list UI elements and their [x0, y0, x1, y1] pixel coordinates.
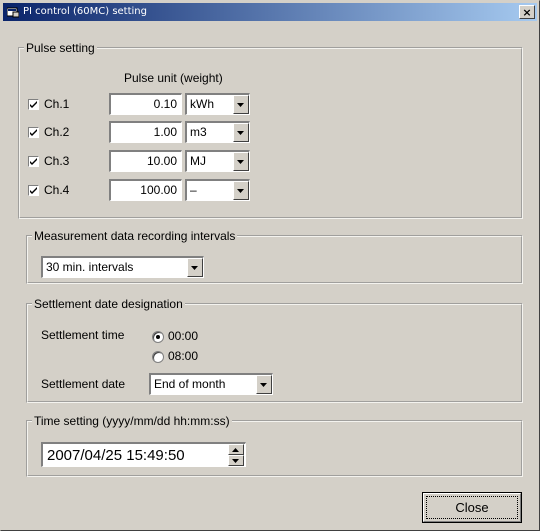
- settlement-date-label: Settlement date: [41, 377, 126, 391]
- spin-up-icon[interactable]: [228, 444, 244, 455]
- ch2-unit-select[interactable]: m3: [185, 121, 250, 143]
- settlement-time-0000-label: 00:00: [168, 329, 199, 343]
- ch2-label: Ch.2: [44, 125, 70, 139]
- settings-dialog: PI control (60MC) setting × Pulse settin…: [0, 0, 540, 531]
- settlement-legend: Settlement date designation: [34, 297, 183, 311]
- recording-interval-select[interactable]: 30 min. intervals: [41, 256, 204, 278]
- settlement-time-0800-label: 08:00: [168, 349, 199, 363]
- settlement-time-0000-radio[interactable]: [152, 331, 164, 343]
- checkmark-icon: [30, 101, 37, 108]
- pulse-setting-legend: Pulse setting: [26, 41, 95, 55]
- chevron-down-icon[interactable]: [256, 375, 272, 394]
- ch2-unit-value: m3: [190, 125, 207, 139]
- ch1-checkbox[interactable]: [28, 99, 39, 110]
- ch1-pulse-input[interactable]: 0.10: [109, 93, 182, 115]
- checkmark-icon: [30, 158, 37, 165]
- close-button[interactable]: Close: [422, 492, 522, 523]
- chevron-down-icon[interactable]: [233, 181, 249, 200]
- ch3-checkbox[interactable]: [28, 156, 39, 167]
- ch4-unit-select[interactable]: –: [185, 179, 250, 201]
- ch3-unit-value: MJ: [190, 154, 206, 168]
- chevron-down-icon[interactable]: [187, 258, 203, 277]
- close-button-label: Close: [455, 500, 489, 515]
- settlement-date-select[interactable]: End of month: [149, 373, 273, 395]
- time-setting-legend: Time setting (yyyy/mm/dd hh:mm:ss): [34, 414, 230, 428]
- ch3-pulse-input[interactable]: 10.00: [109, 150, 182, 172]
- checkmark-icon: [30, 129, 37, 136]
- window-app-icon: [6, 6, 20, 18]
- chevron-down-icon[interactable]: [233, 95, 249, 114]
- settlement-time-label: Settlement time: [41, 328, 125, 342]
- recording-interval-value: 30 min. intervals: [46, 260, 134, 274]
- ch1-unit-value: kWh: [190, 97, 214, 111]
- close-icon: ×: [522, 6, 532, 19]
- settlement-date-value: End of month: [154, 377, 226, 391]
- ch3-unit-select[interactable]: MJ: [185, 150, 250, 172]
- ch1-label: Ch.1: [44, 97, 70, 111]
- ch1-unit-select[interactable]: kWh: [185, 93, 250, 115]
- recording-interval-legend: Measurement data recording intervals: [34, 229, 236, 243]
- ch4-unit-value: –: [190, 183, 197, 197]
- ch2-checkbox[interactable]: [28, 127, 39, 138]
- datetime-input[interactable]: 2007/04/25 15:49:50: [41, 442, 246, 467]
- pulse-setting-group: Pulse setting: [18, 41, 523, 219]
- ch4-label: Ch.4: [44, 183, 70, 197]
- ch4-checkbox[interactable]: [28, 185, 39, 196]
- ch3-label: Ch.3: [44, 154, 70, 168]
- chevron-down-icon[interactable]: [233, 123, 249, 142]
- pulse-unit-header: Pulse unit (weight): [124, 71, 223, 85]
- title-bar[interactable]: PI control (60MC) setting ×: [3, 3, 537, 21]
- close-window-button[interactable]: ×: [519, 5, 535, 19]
- chevron-down-icon[interactable]: [233, 152, 249, 171]
- settlement-time-0800-radio[interactable]: [152, 351, 164, 363]
- spin-down-icon[interactable]: [228, 455, 244, 466]
- ch4-pulse-input[interactable]: 100.00: [109, 179, 182, 201]
- ch2-pulse-input[interactable]: 1.00: [109, 121, 182, 143]
- checkmark-icon: [30, 187, 37, 194]
- window-title: PI control (60MC) setting: [23, 6, 147, 17]
